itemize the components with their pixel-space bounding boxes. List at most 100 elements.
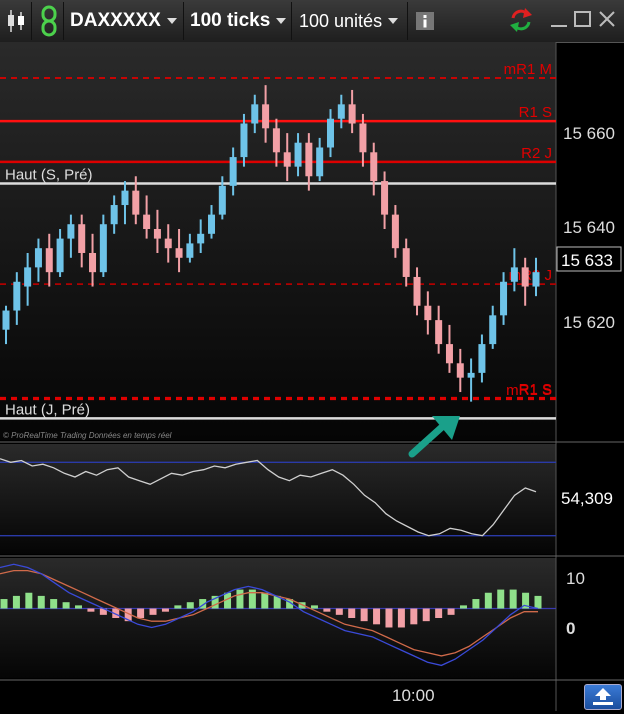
macd-histogram-bar (75, 605, 83, 609)
level-label: R2 J (521, 145, 552, 162)
candle-body (305, 142, 313, 177)
candle-body (110, 205, 118, 225)
price-chart[interactable]: mR1 MR1 SR2 JHaut (S, Pré)mR2 JmR1 SR1 S… (0, 42, 624, 711)
macd-histogram-bar (497, 589, 505, 609)
macd-histogram-bar (261, 592, 269, 609)
candle-body (272, 128, 280, 153)
macd-histogram-bar (435, 608, 443, 618)
candle-body (34, 248, 42, 268)
sync-arrows-icon[interactable] (507, 6, 535, 34)
chevron-down-icon (276, 18, 287, 24)
macd-histogram-bar (0, 599, 8, 609)
watermark: © ProRealTime Trading Données en temps r… (3, 431, 172, 440)
candle-body (208, 214, 216, 234)
macd-histogram-bar (310, 605, 318, 609)
candle-body (240, 123, 248, 158)
chevron-down-icon (166, 18, 177, 24)
macd-histogram-bar (484, 592, 492, 609)
period-value: 100 ticks (190, 10, 271, 31)
candle-body (359, 123, 367, 153)
macd-histogram-bar (323, 608, 331, 612)
candle-body (153, 229, 161, 239)
scroll-to-latest-button[interactable] (584, 684, 622, 710)
macd-histogram-bar (360, 608, 368, 622)
candle-body (164, 238, 172, 249)
toolbar: DAXXXXX 100 ticks 100 unités (0, 0, 624, 43)
macd-histogram-bar (447, 608, 455, 615)
current-price-label: 15 633 (561, 251, 613, 270)
candle-body (67, 224, 75, 239)
candle-body (197, 233, 205, 244)
price-tick-label: 15 640 (563, 218, 615, 237)
level-label: mR1 M (504, 61, 552, 78)
upload-arrow-icon (593, 688, 613, 705)
macd-histogram-bar (37, 595, 45, 609)
close-icon[interactable] (596, 8, 618, 30)
candle-body (370, 152, 378, 182)
macd-histogram-bar (161, 608, 169, 612)
candle-body (13, 281, 21, 311)
candle-body (337, 104, 345, 119)
units-selector[interactable]: 100 unités (294, 2, 408, 40)
candle-body (283, 152, 291, 167)
rsi-value-label: 54,309 (561, 489, 613, 508)
maximize-icon[interactable] (572, 8, 594, 30)
chevron-down-icon (388, 18, 399, 24)
macd-tick-label: 10 (566, 569, 585, 588)
candle-body (186, 243, 194, 258)
macd-histogram-bar (186, 602, 194, 609)
level-label: Haut (S, Pré) (5, 166, 93, 183)
candle-body (391, 214, 399, 249)
macd-histogram-bar (236, 589, 244, 609)
candle-body (218, 185, 226, 215)
period-selector[interactable]: 100 ticks (186, 2, 292, 40)
minimize-icon[interactable] (548, 8, 570, 30)
macd-histogram-bar (25, 592, 33, 609)
macd-histogram-bar (410, 608, 418, 625)
macd-panel (0, 558, 556, 678)
macd-histogram-bar (348, 608, 356, 618)
candle-body (316, 147, 324, 177)
instrument-name: DAXXXXX (70, 10, 161, 31)
candle-body (121, 190, 129, 206)
candle-body (294, 142, 302, 167)
level-label: R1 S (519, 381, 552, 398)
candle-body (229, 157, 237, 186)
candle-body (532, 272, 540, 287)
rsi-panel (0, 444, 556, 554)
candle-body (478, 344, 486, 373)
candle-body (413, 276, 421, 306)
macd-histogram-bar (174, 605, 182, 609)
candle-body (402, 248, 410, 277)
time-axis-label: 10:00 (392, 686, 435, 705)
candle-body (510, 267, 518, 282)
macd-histogram-bar (509, 589, 517, 609)
macd-histogram-bar (87, 608, 95, 612)
macd-histogram-bar (12, 595, 20, 609)
macd-histogram-bar (149, 608, 157, 615)
candle-body (445, 344, 453, 364)
candle-body (424, 305, 432, 321)
candle-body (521, 267, 529, 287)
candle-body (78, 224, 86, 253)
price-tick-label: 15 620 (563, 313, 615, 332)
macd-histogram-bar (373, 608, 381, 625)
chart-type-button[interactable] (0, 2, 32, 40)
candle-body (175, 248, 183, 258)
info-button[interactable] (410, 2, 440, 40)
candle-body (132, 190, 140, 215)
macd-histogram-bar (50, 599, 58, 609)
candle-body (45, 248, 53, 273)
candle-body (435, 320, 443, 345)
link-button[interactable] (34, 2, 64, 40)
level-label: R1 S (519, 104, 552, 121)
candle-body (251, 104, 259, 124)
candle-body (99, 224, 107, 273)
candle-body (56, 238, 64, 273)
candle-body (381, 181, 389, 215)
chain-link-icon (41, 5, 56, 37)
macd-histogram-bar (385, 608, 393, 628)
candle-body (467, 372, 475, 378)
instrument-selector[interactable]: DAXXXXX (66, 2, 184, 40)
candle-body (262, 104, 270, 129)
